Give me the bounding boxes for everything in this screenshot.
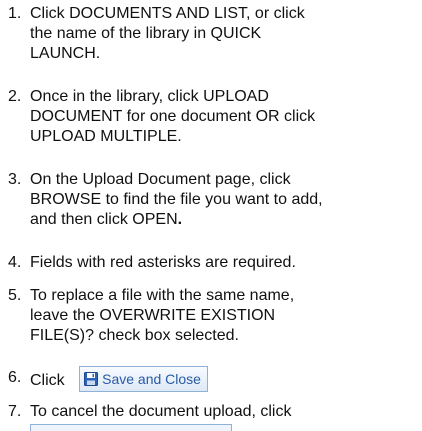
step-number: 3. (8, 171, 22, 188)
step-3: 3. On the Upload Document page, click BR… (8, 170, 418, 230)
save-and-close-button[interactable]: Save and Close (79, 366, 208, 392)
step-text: Click Save and Close (30, 366, 418, 394)
step-6: 6. Click Save and Close (8, 366, 418, 394)
step-number: 5. (8, 287, 22, 304)
step-5: 5. To replace a file with the same name,… (8, 286, 418, 346)
step-7: 7. To cancel the document upload, click (8, 402, 418, 422)
step-line: the name of the library in QUICK (30, 25, 262, 42)
save-and-close-label: Save and Close (102, 371, 201, 387)
step-line: Click DOCUMENTS AND LIST, or click (30, 5, 305, 22)
bold-period: . (177, 211, 183, 228)
step-line: leave the OVERWRITE EXISTION (30, 307, 276, 324)
step-number: 2. (8, 88, 22, 105)
step-number: 4. (8, 254, 22, 271)
step-line: To replace a file with the same name, (30, 287, 295, 304)
step-line: FILE(S)? check box selected. (30, 327, 239, 344)
step-text: Fields with red asterisks are required. (30, 253, 418, 273)
step-line: DOCUMENT for one document OR click (30, 108, 316, 125)
step-number: 1. (8, 5, 22, 22)
step-number: 6. (8, 369, 22, 386)
step-text: On the Upload Document page, click BROWS… (30, 170, 418, 230)
step-line: UPLOAD MULTIPLE. (30, 128, 182, 145)
step-4: 4. Fields with red asterisks are require… (8, 253, 418, 273)
step-line: To cancel the document upload, click (30, 403, 292, 420)
step-text: Once in the library, click UPLOAD DOCUME… (30, 87, 418, 147)
step-line: LAUNCH. (30, 45, 101, 62)
step-line: On the Upload Document page, click (30, 171, 291, 188)
step-text: To cancel the document upload, click (30, 402, 418, 422)
step-number: 7. (8, 403, 22, 420)
step-2: 2. Once in the library, click UPLOAD DOC… (8, 87, 418, 147)
cancel-button-partial[interactable] (30, 424, 232, 431)
step-line: Once in the library, click UPLOAD (30, 88, 269, 105)
step-1: 1. Click DOCUMENTS AND LIST, or click th… (8, 4, 418, 64)
save-icon (84, 372, 99, 387)
step-text: To replace a file with the same name, le… (30, 286, 418, 346)
step-line: BROWSE to find the file you want to add, (30, 191, 323, 208)
step-text: Click DOCUMENTS AND LIST, or click the n… (30, 4, 418, 64)
step-line: Click (30, 372, 65, 390)
step-line: Fields with red asterisks are required. (30, 254, 296, 271)
step-line: and then click OPEN (30, 211, 178, 228)
